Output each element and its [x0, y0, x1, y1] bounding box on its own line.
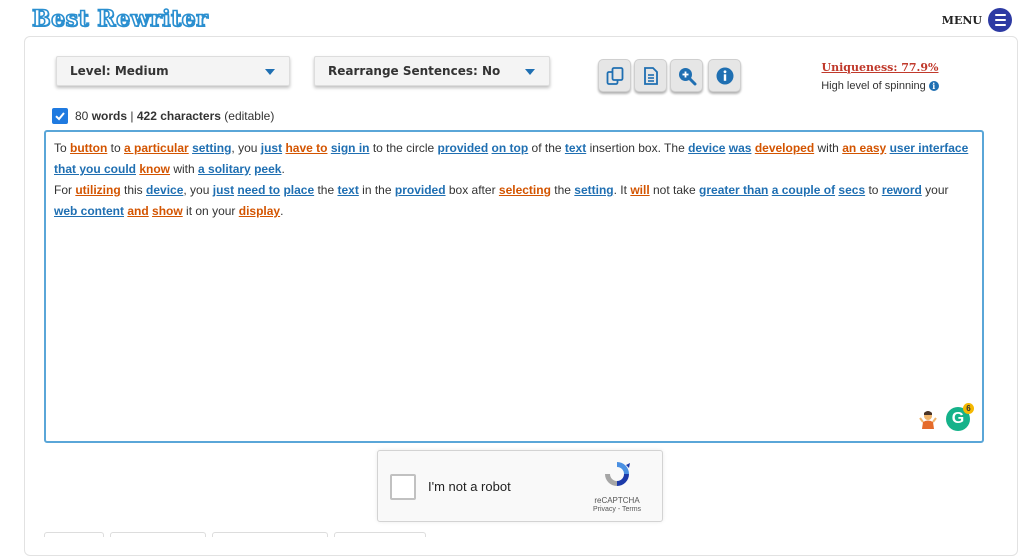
info-button[interactable]: [708, 59, 741, 92]
synonym-link[interactable]: and: [127, 204, 148, 218]
synonym-link[interactable]: a particular: [124, 141, 189, 155]
synonym-link[interactable]: display: [239, 204, 280, 218]
synonym-link[interactable]: provided: [438, 141, 489, 155]
word-counter: 80 words | 422 characters (editable): [52, 108, 274, 124]
synonym-link[interactable]: was: [729, 141, 752, 155]
bottom-tab[interactable]: [212, 532, 328, 537]
copy-button[interactable]: [598, 59, 631, 92]
bottom-tab[interactable]: [44, 532, 104, 537]
synonym-link[interactable]: just: [261, 141, 282, 155]
shrug-emoji-icon[interactable]: [918, 409, 938, 429]
synonym-link[interactable]: place: [283, 183, 314, 197]
character-count: 422 characters: [136, 109, 221, 123]
synonym-link[interactable]: secs: [838, 183, 865, 197]
info-icon: [716, 67, 733, 84]
synonym-link[interactable]: show: [152, 204, 183, 218]
bottom-tab[interactable]: [334, 532, 426, 537]
counter-checkbox[interactable]: [52, 108, 68, 124]
bottom-tab[interactable]: [110, 532, 206, 537]
uniqueness-link[interactable]: Uniqueness: 77.9%: [800, 61, 960, 74]
synonym-link[interactable]: that you could: [54, 162, 136, 176]
spinning-level: High level of spinning i: [800, 80, 960, 92]
zoom-in-icon: [678, 67, 696, 85]
uniqueness-panel: Uniqueness: 77.9% High level of spinning…: [800, 61, 960, 92]
document-icon: [643, 66, 658, 85]
synonym-link[interactable]: provided: [395, 183, 446, 197]
synonym-link[interactable]: a couple of: [772, 183, 835, 197]
synonym-link[interactable]: reword: [882, 183, 922, 197]
synonym-link[interactable]: know: [139, 162, 170, 176]
synonym-link[interactable]: utilizing: [75, 183, 120, 197]
synonym-link[interactable]: will: [630, 183, 649, 197]
counter-separator: |: [130, 109, 134, 123]
recaptcha-icon: [605, 462, 630, 486]
bottom-tabs: [44, 532, 426, 537]
synonym-link[interactable]: button: [70, 141, 107, 155]
synonym-link[interactable]: greater than: [699, 183, 768, 197]
synonym-link[interactable]: just: [213, 183, 234, 197]
synonym-link[interactable]: user interface: [890, 141, 969, 155]
synonym-link[interactable]: device: [146, 183, 183, 197]
hamburger-icon[interactable]: [988, 8, 1012, 32]
synonym-link[interactable]: device: [688, 141, 725, 155]
editor-content[interactable]: To button to a particular setting, you j…: [54, 138, 974, 222]
recaptcha-name: reCAPTCHA: [594, 496, 640, 505]
synonym-link[interactable]: sign in: [331, 141, 370, 155]
synonym-link[interactable]: on top: [492, 141, 529, 155]
recaptcha-brand: reCAPTCHA Privacy - Terms: [582, 459, 652, 513]
synonym-link[interactable]: text: [337, 183, 358, 197]
recaptcha-widget: I'm not a robot reCAPTCHA Privacy - Term…: [377, 450, 663, 522]
synonym-link[interactable]: setting: [192, 141, 231, 155]
chevron-down-icon: [525, 69, 535, 75]
editor-paragraph: For utilizing this device, you just need…: [54, 183, 949, 218]
chevron-down-icon: [265, 69, 275, 75]
synonym-link[interactable]: need to: [237, 183, 280, 197]
grammarly-count: 6: [963, 403, 974, 414]
site-logo[interactable]: Best Rewriter: [31, 5, 208, 33]
rearrange-select[interactable]: Rearrange Sentences: No: [314, 56, 550, 86]
synonym-link[interactable]: setting: [574, 183, 613, 197]
recaptcha-checkbox[interactable]: [390, 474, 416, 500]
menu-label[interactable]: MENU: [942, 14, 982, 27]
recaptcha-privacy-terms[interactable]: Privacy - Terms: [582, 506, 652, 513]
synonym-link[interactable]: developed: [755, 141, 814, 155]
info-icon[interactable]: i: [928, 81, 939, 91]
words-label: words: [91, 109, 128, 123]
synonym-link[interactable]: selecting: [499, 183, 551, 197]
rearrange-select-value: Rearrange Sentences: No: [328, 64, 501, 78]
menu-button[interactable]: MENU: [942, 8, 1012, 32]
synonym-link[interactable]: a solitary: [198, 162, 251, 176]
synonym-link[interactable]: text: [565, 141, 586, 155]
editable-note: (editable): [224, 109, 275, 123]
grammarly-icon[interactable]: G 6: [946, 403, 974, 431]
synonym-link[interactable]: peek: [254, 162, 281, 176]
checkmark-icon: [55, 112, 65, 121]
word-count: 80: [75, 109, 89, 123]
spinning-level-text: High level of spinning: [821, 80, 926, 92]
synonym-link[interactable]: web content: [54, 204, 124, 218]
recaptcha-label: I'm not a robot: [428, 479, 511, 494]
synonym-link[interactable]: an easy: [842, 141, 886, 155]
editor-paragraph: To button to a particular setting, you j…: [54, 141, 969, 176]
level-select[interactable]: Level: Medium: [56, 56, 290, 86]
copy-icon: [606, 66, 623, 85]
synonym-link[interactable]: have to: [285, 141, 327, 155]
document-button[interactable]: [634, 59, 667, 92]
zoom-button[interactable]: [670, 59, 703, 92]
text-editor[interactable]: To button to a particular setting, you j…: [44, 130, 984, 443]
level-select-value: Level: Medium: [70, 64, 169, 78]
